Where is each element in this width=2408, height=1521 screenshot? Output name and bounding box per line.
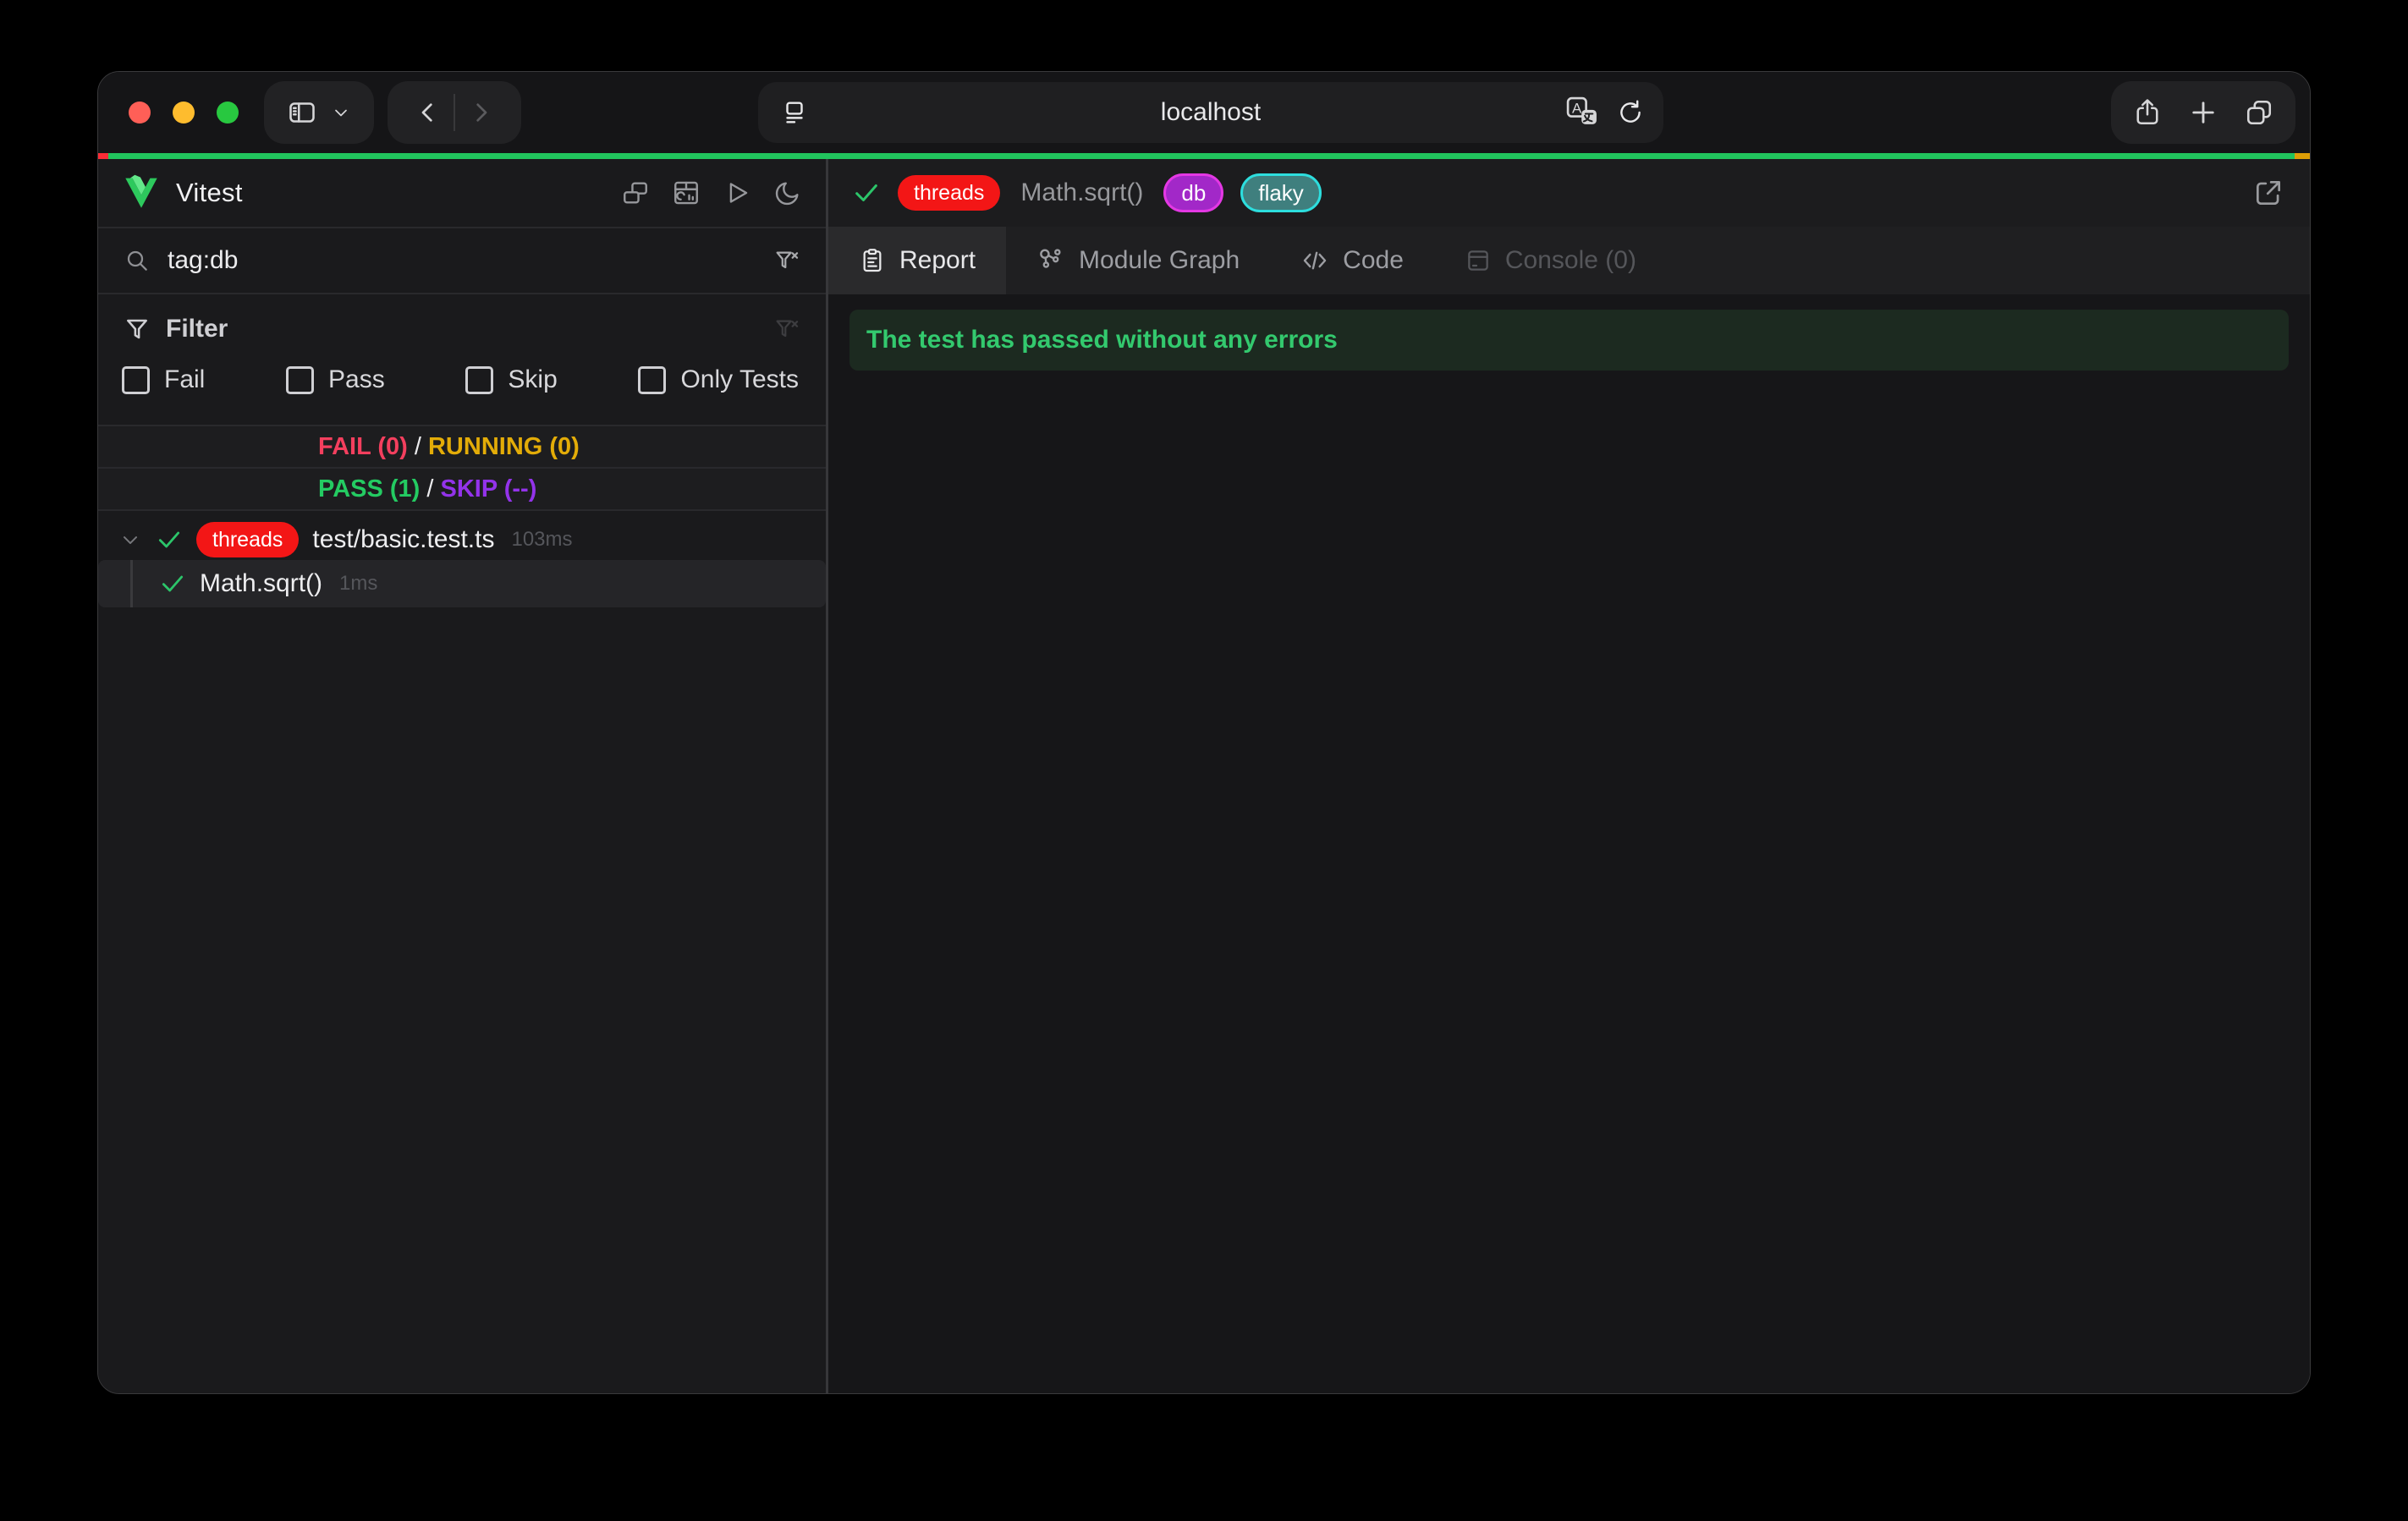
funnel-icon bbox=[124, 316, 151, 343]
search-input[interactable] bbox=[166, 245, 758, 276]
toolbar-right-group bbox=[2111, 81, 2295, 144]
minimize-window-button[interactable] bbox=[173, 102, 195, 124]
clear-filters-icon[interactable] bbox=[773, 316, 800, 343]
test-tree: threads test/basic.test.ts 103ms Math.sq… bbox=[98, 519, 826, 607]
reload-icon[interactable] bbox=[1616, 98, 1645, 127]
test-case-name: Math.sqrt() bbox=[200, 569, 322, 598]
nav-separator bbox=[454, 94, 455, 131]
share-icon[interactable] bbox=[2132, 97, 2163, 128]
skip-count: SKIP (--) bbox=[441, 475, 537, 503]
close-window-button[interactable] bbox=[129, 102, 151, 124]
console-window-icon bbox=[1465, 247, 1492, 274]
translate-icon[interactable]: A bbox=[1565, 96, 1599, 129]
fail-checkbox[interactable] bbox=[122, 366, 150, 394]
tab-code-label: Code bbox=[1343, 246, 1404, 275]
filter-option-fail[interactable]: Fail bbox=[122, 365, 205, 394]
pool-badge: threads bbox=[196, 522, 299, 557]
vitest-header: Vitest bbox=[98, 159, 826, 227]
clear-search-filter-icon[interactable] bbox=[773, 247, 800, 274]
tab-report-label: Report bbox=[899, 246, 976, 275]
skip-label: Skip bbox=[508, 365, 557, 394]
sidebar-toggle-group bbox=[264, 81, 374, 144]
traffic-lights bbox=[129, 72, 239, 153]
summary-pass-skip-row: PASS (1) / SKIP (--) bbox=[98, 467, 826, 511]
progress-fail-segment bbox=[98, 153, 108, 159]
pass-banner-text: The test has passed without any errors bbox=[866, 326, 1338, 354]
running-count: RUNNING (0) bbox=[428, 433, 580, 461]
fail-label: Fail bbox=[164, 365, 205, 394]
test-file-name: test/basic.test.ts bbox=[312, 525, 494, 554]
pass-check-icon bbox=[159, 570, 186, 597]
back-button[interactable] bbox=[415, 99, 442, 126]
pass-label: Pass bbox=[328, 365, 385, 394]
detail-tabs: Report Module Graph bbox=[828, 227, 2310, 294]
filter-option-only-tests[interactable]: Only Tests bbox=[638, 365, 799, 394]
detail-test-name: Math.sqrt() bbox=[1020, 178, 1143, 207]
indent-guide bbox=[130, 560, 133, 607]
clipboard-icon bbox=[859, 247, 886, 274]
node-graph-icon bbox=[1036, 246, 1065, 275]
only-tests-label: Only Tests bbox=[680, 365, 799, 394]
code-brackets-icon bbox=[1300, 246, 1329, 275]
browser-window: localhost A bbox=[97, 71, 2311, 1394]
forward-button[interactable] bbox=[467, 99, 494, 126]
tab-console-label: Console (0) bbox=[1505, 246, 1636, 275]
nav-buttons-group bbox=[388, 81, 521, 144]
new-tab-icon[interactable] bbox=[2188, 97, 2218, 128]
test-case-duration: 1ms bbox=[339, 572, 377, 596]
search-icon bbox=[124, 247, 151, 274]
tag-db: db bbox=[1163, 173, 1223, 213]
filter-option-pass[interactable]: Pass bbox=[286, 365, 385, 394]
tab-console[interactable]: Console (0) bbox=[1434, 227, 1667, 294]
open-in-editor-icon[interactable] bbox=[2252, 177, 2284, 209]
expand-chevron-icon[interactable] bbox=[118, 528, 142, 552]
filter-section-header: Filter bbox=[98, 306, 826, 352]
pass-check-icon bbox=[852, 178, 881, 207]
filter-options-row: Fail Pass Skip Only Tests bbox=[98, 352, 826, 408]
svg-text:A: A bbox=[1572, 100, 1582, 116]
test-detail-panel: threads Math.sqrt() db flaky bbox=[828, 159, 2310, 1394]
run-summary: FAIL (0) / RUNNING (0) PASS (1) / SKIP (… bbox=[98, 425, 826, 511]
sidebar-toggle-icon[interactable] bbox=[287, 97, 317, 128]
test-file-duration: 103ms bbox=[511, 528, 572, 552]
tab-overview-icon[interactable] bbox=[2244, 97, 2274, 128]
collapse-tests-icon[interactable] bbox=[621, 178, 650, 207]
address-bar[interactable]: localhost A bbox=[758, 82, 1663, 143]
report-content: The test has passed without any errors bbox=[828, 294, 2310, 1394]
pass-count: PASS (1) bbox=[318, 475, 420, 503]
tag-flaky: flaky bbox=[1240, 173, 1321, 213]
url-text: localhost bbox=[758, 98, 1663, 127]
test-progress-bar bbox=[98, 153, 2310, 159]
app-title: Vitest bbox=[176, 178, 243, 208]
pool-badge: threads bbox=[898, 175, 1000, 211]
chevron-down-icon[interactable] bbox=[331, 102, 351, 123]
progress-pending-segment bbox=[2295, 153, 2310, 159]
tab-module-graph-label: Module Graph bbox=[1079, 246, 1240, 275]
test-explorer-panel: Vitest bbox=[98, 159, 828, 1394]
filter-label: Filter bbox=[166, 315, 228, 343]
progress-pass-segment bbox=[108, 153, 2295, 159]
tab-report[interactable]: Report bbox=[828, 227, 1006, 294]
search-row bbox=[98, 227, 826, 294]
pass-check-icon bbox=[156, 526, 183, 553]
dark-mode-icon[interactable] bbox=[773, 178, 802, 207]
tab-module-graph[interactable]: Module Graph bbox=[1006, 227, 1270, 294]
browser-toolbar: localhost A bbox=[98, 72, 2310, 153]
vitest-logo bbox=[122, 173, 161, 214]
test-file-row[interactable]: threads test/basic.test.ts 103ms bbox=[98, 519, 826, 560]
summary-fail-running-row: FAIL (0) / RUNNING (0) bbox=[98, 425, 826, 467]
skip-checkbox[interactable] bbox=[465, 366, 493, 394]
test-case-row[interactable]: Math.sqrt() 1ms bbox=[98, 560, 826, 607]
run-all-icon[interactable] bbox=[723, 178, 751, 207]
pass-checkbox[interactable] bbox=[286, 366, 314, 394]
detail-header: threads Math.sqrt() db flaky bbox=[828, 159, 2310, 227]
tab-code[interactable]: Code bbox=[1270, 227, 1434, 294]
zoom-window-button[interactable] bbox=[217, 102, 239, 124]
only-tests-checkbox[interactable] bbox=[638, 366, 666, 394]
fail-count: FAIL (0) bbox=[318, 433, 408, 461]
dashboard-icon[interactable] bbox=[672, 178, 701, 207]
pass-banner: The test has passed without any errors bbox=[849, 310, 2289, 371]
filter-option-skip[interactable]: Skip bbox=[465, 365, 557, 394]
